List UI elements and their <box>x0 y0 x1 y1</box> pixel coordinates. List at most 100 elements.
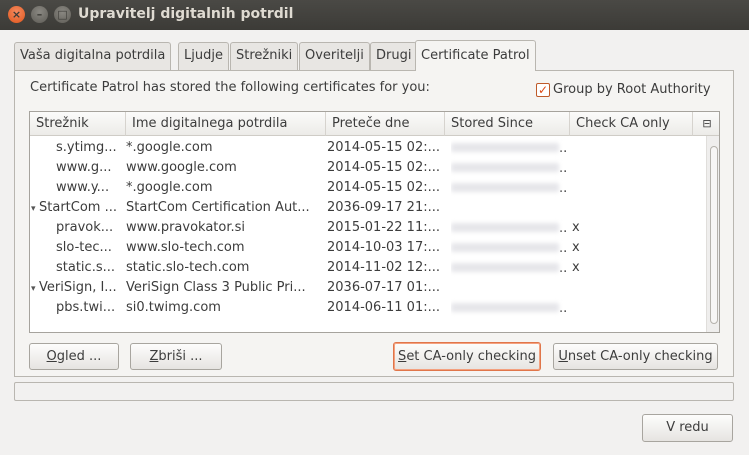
expires-cell: 2036-09-17 21:... <box>327 200 441 215</box>
table-row[interactable]: www.y... *.google.com 2014-05-15 02:..... <box>30 178 704 198</box>
delete-button[interactable]: Zbriši ... <box>130 343 222 370</box>
table-row[interactable]: pravok... www.pravokator.si 2015-01-22 11:… <box>30 218 704 238</box>
cert-name-cell: www.slo-tech.com <box>126 240 245 255</box>
expires-cell: 2014-10-03 17:... <box>327 240 441 255</box>
stored-since-cell: .. <box>451 138 573 158</box>
redacted-value <box>451 143 559 152</box>
server-text: pravok... <box>56 220 114 235</box>
stored-since-cell: .. <box>451 258 573 278</box>
cert-name-cell: si0.twimg.com <box>126 300 221 315</box>
redacted-value <box>451 183 559 192</box>
tree-group-row[interactable]: ▾ StartCom ... StartCom Certification Aut.… <box>30 198 704 218</box>
table-row[interactable]: slo-tec... www.slo-tech.com 2014-10-03 17:… <box>30 238 704 258</box>
cert-name-cell: www.google.com <box>126 160 237 175</box>
server-text: www.g... <box>56 160 112 175</box>
window-title: Upravitelj digitalnih potrdil <box>78 6 294 22</box>
stored-since-cell: .. <box>451 158 573 178</box>
check-ca-cell <box>572 138 632 158</box>
unset-ca-only-mnemonic: U <box>558 349 568 364</box>
server-cell: pravok... <box>56 218 126 238</box>
cert-name-cell: static.slo-tech.com <box>126 260 250 275</box>
tab-certificate-patrol[interactable]: Certificate Patrol <box>415 40 536 71</box>
set-ca-only-button[interactable]: Set CA-only checking <box>393 342 541 371</box>
tab-your-certificates[interactable]: Vaša digitalna potrdila <box>14 42 172 70</box>
view-button-label: gled ... <box>56 349 102 364</box>
stored-since-cell: .. <box>451 238 573 258</box>
tab-people[interactable]: Ljudje <box>178 42 229 70</box>
table-row[interactable]: www.g... www.google.com 2014-05-15 02:....… <box>30 158 704 178</box>
column-header-server[interactable]: Strežnik <box>30 112 126 136</box>
server-cell: www.g... <box>56 158 126 178</box>
expires-cell: 2036-07-17 01:... <box>327 280 441 295</box>
close-window-button[interactable]: × <box>8 6 25 23</box>
redacted-value <box>451 263 559 272</box>
stored-since-cell: .. <box>451 178 573 198</box>
check-ca-cell <box>572 158 632 178</box>
table-row[interactable]: pbs.twi... si0.twimg.com 2014-06-11 01:...… <box>30 298 704 318</box>
vertical-scrollbar[interactable] <box>706 136 719 332</box>
server-text: www.y... <box>56 180 110 195</box>
stored-since-trail: .. <box>559 181 568 196</box>
stored-since-trail: .. <box>559 301 568 316</box>
redacted-value <box>451 243 559 252</box>
check-ca-cell <box>572 278 632 298</box>
view-button[interactable]: Ogled ... <box>29 343 119 370</box>
stored-since-trail: .. <box>559 161 568 176</box>
table-row[interactable]: static.s... static.slo-tech.com 2014-11-02… <box>30 258 704 278</box>
tab-authorities[interactable]: Overitelji <box>299 42 370 70</box>
expires-cell: 2015-01-22 11:... <box>327 220 441 235</box>
column-header-stored-since[interactable]: Stored Since <box>445 112 570 136</box>
cert-name-cell: www.pravokator.si <box>126 220 246 235</box>
redacted-value <box>451 163 559 172</box>
group-by-root-checkbox[interactable]: ✓ <box>536 83 550 97</box>
tab-others[interactable]: Drugi <box>370 42 418 70</box>
check-ca-cell: x <box>572 260 580 275</box>
expander-icon[interactable]: ▾ <box>31 199 39 218</box>
stored-since-trail: .. <box>559 221 568 236</box>
server-cell: slo-tec... <box>56 238 126 258</box>
server-cell: static.s... <box>56 258 126 278</box>
server-text: slo-tec... <box>56 240 112 255</box>
group-by-root-label[interactable]: Group by Root Authority <box>553 82 711 97</box>
tree-group-row[interactable]: ▾ VeriSign, I... VeriSign Class 3 Public P… <box>30 278 704 298</box>
server-cell: pbs.twi... <box>56 298 126 318</box>
check-ca-cell <box>572 298 632 318</box>
redacted-value <box>451 303 559 312</box>
tab-servers[interactable]: Strežniki <box>230 42 299 70</box>
server-text: StartCom ... <box>39 200 117 215</box>
server-text: static.s... <box>56 260 115 275</box>
expires-cell: 2014-05-15 02:... <box>327 180 441 195</box>
scrollbar-thumb[interactable] <box>710 146 718 324</box>
stored-since-trail: .. <box>559 261 568 276</box>
expires-cell: 2014-06-11 01:... <box>327 300 441 315</box>
minimize-window-button[interactable]: – <box>31 6 48 23</box>
server-text: VeriSign, I... <box>39 280 117 295</box>
unset-ca-only-button[interactable]: Unset CA-only checking <box>553 343 718 370</box>
delete-button-label: briši ... <box>158 349 203 364</box>
redacted-value <box>451 223 559 232</box>
stored-since-trail: .. <box>559 241 568 256</box>
expander-icon[interactable]: ▾ <box>31 279 39 298</box>
table-row[interactable]: s.ytimg... *.google.com 2014-05-15 02:....… <box>30 138 704 158</box>
check-ca-cell <box>572 198 632 218</box>
column-header-check-ca[interactable]: Check CA only <box>570 112 693 136</box>
check-ca-cell <box>572 178 632 198</box>
check-ca-cell: x <box>572 240 580 255</box>
certificate-tree[interactable]: Strežnik Ime digitalnega potrdila Preteč… <box>29 111 720 333</box>
maximize-window-button[interactable]: □ <box>54 6 71 23</box>
expires-cell: 2014-05-15 02:... <box>327 140 441 155</box>
check-ca-cell: x <box>572 220 580 235</box>
server-cell: ▾ StartCom ... <box>31 198 126 218</box>
title-bar: × – □ Upravitelj digitalnih potrdil <box>0 0 749 30</box>
ok-button[interactable]: V redu <box>642 414 733 442</box>
view-button-mnemonic: O <box>46 349 57 364</box>
info-text: Certificate Patrol has stored the follow… <box>30 80 430 95</box>
server-cell: s.ytimg... <box>56 138 126 158</box>
column-header-expires[interactable]: Preteče dne <box>326 112 445 136</box>
server-cell: www.y... <box>56 178 126 198</box>
status-bar <box>14 382 734 401</box>
column-header-cert-name[interactable]: Ime digitalnega potrdila <box>126 112 326 136</box>
column-picker-icon[interactable]: ⊟ <box>693 112 719 136</box>
cert-name-cell: VeriSign Class 3 Public Pri... <box>126 280 306 295</box>
expires-cell: 2014-11-02 12:... <box>327 260 441 275</box>
